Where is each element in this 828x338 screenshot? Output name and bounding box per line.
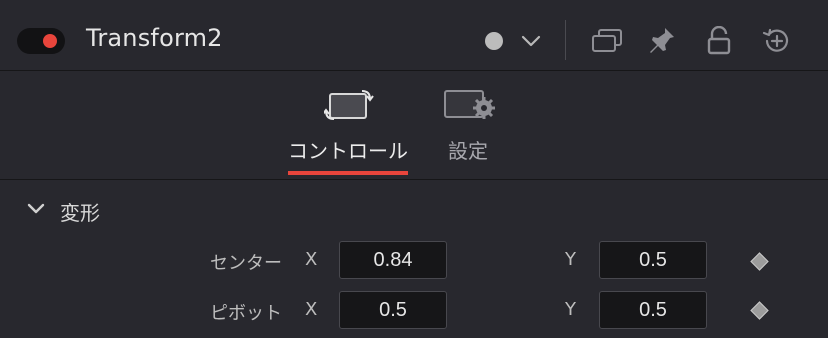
inspector-header: Transform2 <box>0 0 828 71</box>
color-dot-icon[interactable] <box>484 31 504 51</box>
section-title[interactable]: 変形 <box>60 197 100 226</box>
pivot-y-label: Y <box>565 299 576 320</box>
center-keyframe-icon[interactable] <box>750 252 769 271</box>
toggle-on-dot <box>43 34 57 48</box>
pivot-label: ピボット <box>210 303 282 324</box>
versions-icon[interactable] <box>591 28 623 54</box>
lock-icon[interactable] <box>706 26 732 56</box>
center-x-label: X <box>305 249 318 270</box>
header-divider <box>565 20 566 60</box>
node-title: Transform2 <box>86 24 223 52</box>
center-y-label: Y <box>565 249 576 270</box>
controls-icon <box>324 90 374 120</box>
pivot-x-label: X <box>305 299 318 320</box>
pivot-keyframe-icon[interactable] <box>750 301 769 320</box>
chevron-down-icon[interactable] <box>521 34 541 48</box>
settings-icon <box>444 90 495 119</box>
center-label: センター <box>210 253 282 274</box>
node-enable-toggle[interactable] <box>17 28 65 54</box>
tab-controls-label: コントロール <box>288 139 408 163</box>
center-x-field[interactable]: 0.84 <box>339 241 447 279</box>
tab-settings-label: 設定 <box>448 139 488 163</box>
tab-controls[interactable]: コントロール <box>288 71 408 175</box>
pivot-x-field[interactable]: 0.5 <box>339 291 447 329</box>
active-tab-indicator <box>288 171 408 175</box>
center-y-field[interactable]: 0.5 <box>599 241 707 279</box>
reset-icon[interactable] <box>761 27 791 55</box>
pin-icon[interactable] <box>648 26 676 56</box>
pivot-y-field[interactable]: 0.5 <box>599 291 707 329</box>
transform-section: 変形 センター X 0.84 Y 0.5 ピボット X 0.5 Y 0.5 <box>0 180 828 338</box>
inspector-tabs: コントロール 設定 <box>0 71 828 180</box>
chevron-down-icon[interactable] <box>27 203 45 215</box>
tab-settings[interactable]: 設定 <box>436 71 500 175</box>
